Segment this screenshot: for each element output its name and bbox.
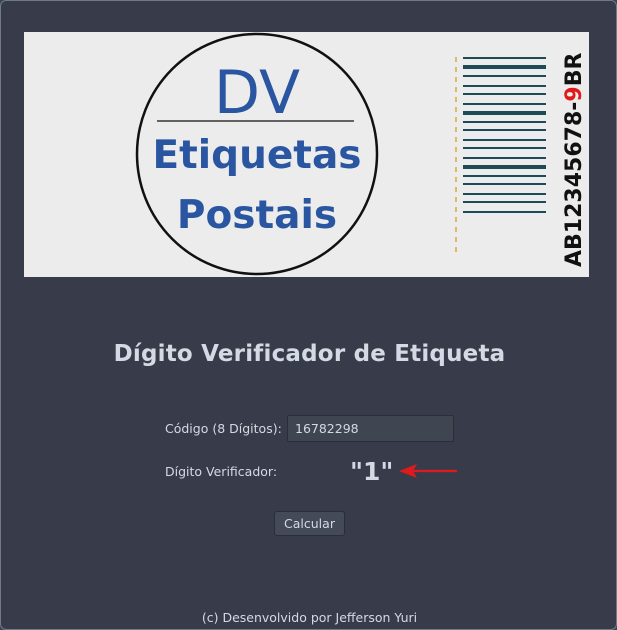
barcode-bar (463, 193, 546, 195)
barcode-bar (463, 65, 546, 69)
page-title: Dígito Verificador de Etiqueta (113, 341, 506, 367)
barcode-bar (463, 75, 546, 77)
barcode-bar (463, 175, 546, 177)
logo-graphic: DV Etiquetas Postais AB12345678-9BR (135, 32, 587, 276)
logo-postais-text: Postais (177, 193, 337, 238)
barcode-bar (463, 85, 546, 87)
barcode-bar (463, 211, 546, 213)
footer-credit: (c) Desenvolvido por Jefferson Yuri (201, 610, 418, 625)
arrow-icon (399, 464, 457, 478)
barcode-bar (463, 157, 546, 159)
digit-result: "1" (350, 457, 394, 486)
barcode-bar (463, 147, 546, 149)
app-window: DV Etiquetas Postais AB12345678-9BR Dígi… (0, 0, 617, 630)
sample-code-text: AB12345678-9BR (562, 53, 587, 267)
barcode-graphic (463, 57, 546, 213)
barcode-bar (463, 121, 546, 123)
logo-etiquetas-text: Etiquetas (153, 133, 362, 178)
barcode-bar (463, 183, 546, 185)
logo-dv-text: DV (214, 58, 300, 128)
barcode-bar (463, 139, 546, 141)
barcode-bar (463, 93, 546, 95)
logo-banner: DV Etiquetas Postais AB12345678-9BR (24, 32, 589, 277)
digit-label: Dígito Verificador: (165, 464, 278, 479)
barcode-bar (463, 165, 546, 169)
code-label: Código (8 Dígitos): (165, 421, 282, 436)
barcode-bar (463, 129, 546, 131)
barcode-bar (463, 57, 546, 59)
barcode-bar (463, 111, 546, 115)
calculate-button[interactable]: Calcular (274, 511, 345, 536)
barcode-bar (463, 103, 546, 105)
barcode-bar (463, 201, 546, 203)
code-input[interactable]: 16782298 (287, 415, 454, 442)
